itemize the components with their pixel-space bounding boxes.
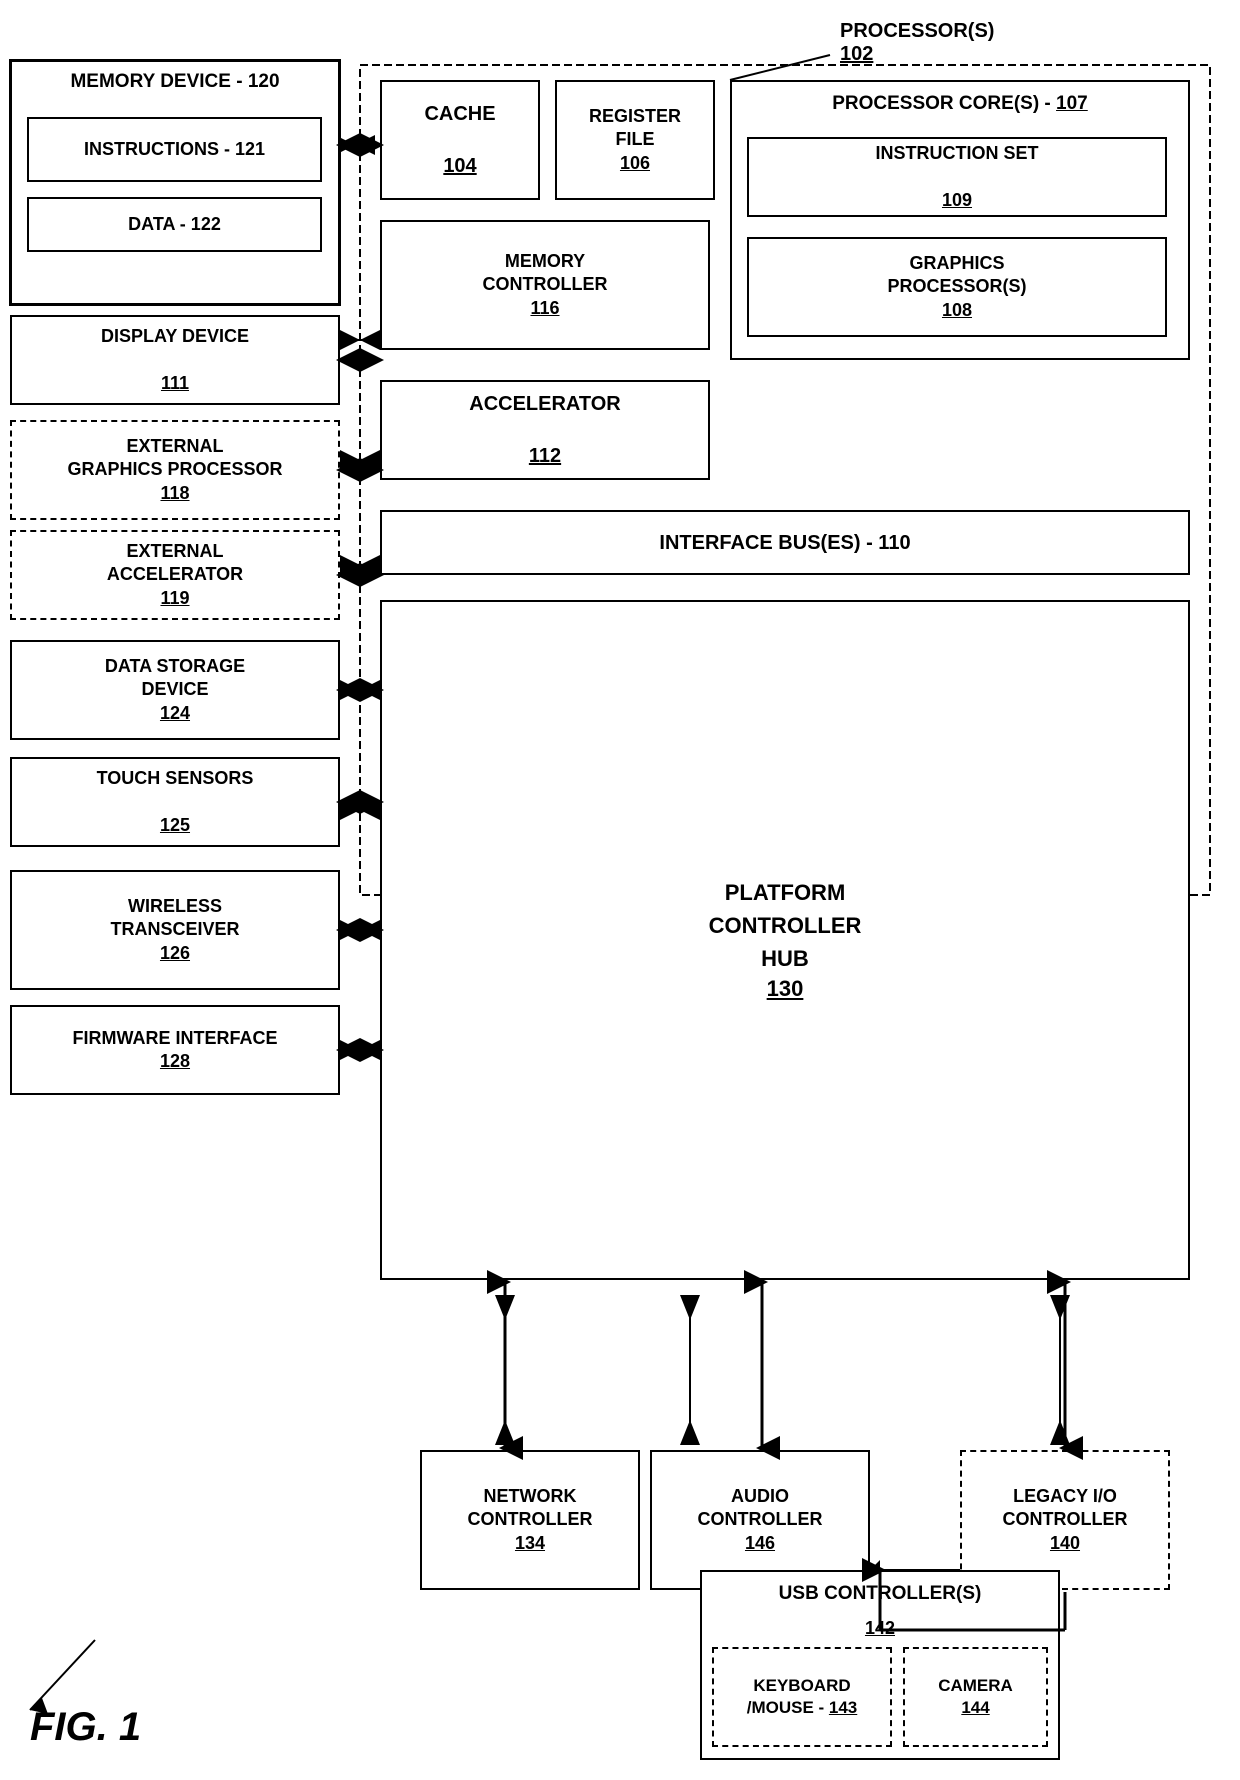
ext-graphics-box: EXTERNALGRAPHICS PROCESSOR 118 [10,420,340,520]
camera-box: CAMERA 144 [903,1647,1048,1747]
ext-accelerator-box: EXTERNALACCELERATOR 119 [10,530,340,620]
interface-bus-box: INTERFACE BUS(ES) - 110 [380,510,1190,575]
instruction-set-box: INSTRUCTION SET 109 [747,137,1167,217]
legacy-io-box: LEGACY I/OCONTROLLER 140 [960,1450,1170,1590]
accelerator-box: ACCELERATOR 112 [380,380,710,480]
wireless-box: WIRELESSTRANSCEIVER 126 [10,870,340,990]
proc-core-outer-box: PROCESSOR CORE(S) - 107 INSTRUCTION SET … [730,80,1190,360]
platform-hub-box: PLATFORMCONTROLLERHUB 130 [380,600,1190,1280]
keyboard-mouse-box: KEYBOARD/MOUSE - 143 [712,1647,892,1747]
graphics-proc-box: GRAPHICSPROCESSOR(S) 108 [747,237,1167,337]
instructions-box: INSTRUCTIONS - 121 [27,117,322,182]
touch-sensors-box: TOUCH SENSORS 125 [10,757,340,847]
network-controller-box: NETWORKCONTROLLER 134 [420,1450,640,1590]
data-box: DATA - 122 [27,197,322,252]
figure-label: FIG. 1 [30,1705,141,1750]
diagram: PROCESSOR(S) 102 MEMORY DEVICE - 120 INS… [0,0,1240,1780]
processor-label: PROCESSOR(S) 102 [840,20,994,66]
data-storage-box: DATA STORAGEDEVICE 124 [10,640,340,740]
memory-device-box: MEMORY DEVICE - 120 INSTRUCTIONS - 121 D… [10,60,340,305]
audio-controller-box: AUDIOCONTROLLER 146 [650,1450,870,1590]
register-file-box: REGISTERFILE 106 [555,80,715,200]
cache-box: CACHE 104 [380,80,540,200]
display-device-box: DISPLAY DEVICE 111 [10,315,340,405]
memory-device-label: MEMORY DEVICE - 120 [20,70,330,95]
usb-controller-box: USB CONTROLLER(S) 142 KEYBOARD/MOUSE - 1… [700,1570,1060,1760]
memory-controller-box: MEMORYCONTROLLER 116 [380,220,710,350]
firmware-box: FIRMWARE INTERFACE 128 [10,1005,340,1095]
